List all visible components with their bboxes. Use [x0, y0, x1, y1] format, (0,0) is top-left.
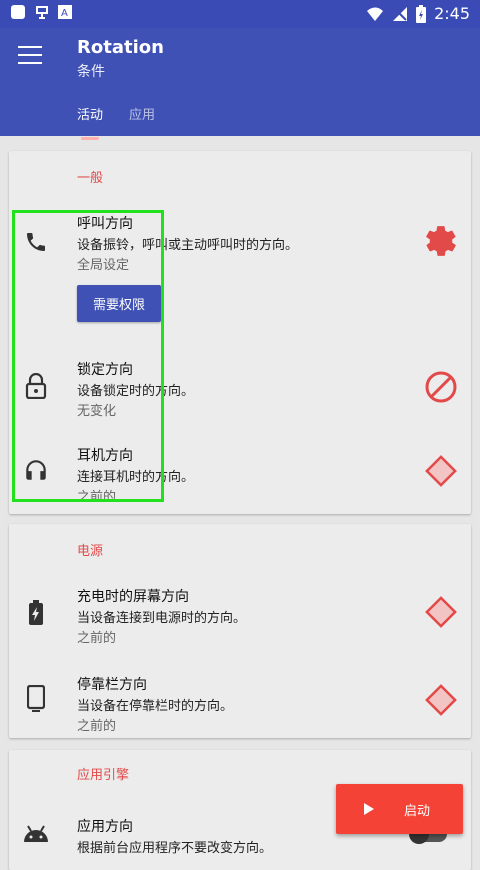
tab-apps[interactable]: 应用 — [129, 104, 155, 133]
a-icon: A — [58, 5, 72, 19]
item-title: 停靠栏方向 — [77, 677, 147, 693]
battery-charging-icon — [416, 4, 427, 23]
item-description: 当设备在停靠栏时的方向。 — [77, 699, 234, 714]
battery-charging-icon — [21, 598, 51, 628]
app-icon — [36, 6, 48, 19]
rotate-diamond-icon[interactable] — [423, 594, 459, 630]
no-sim-icon — [393, 6, 408, 21]
item-description: 根据前台应用程序不要改变方向。 — [77, 841, 273, 856]
rotate-diamond-icon[interactable] — [423, 453, 459, 489]
start-button[interactable]: 启动 — [336, 784, 463, 834]
highlight-box — [12, 210, 164, 502]
status-time: 2:45 — [434, 4, 470, 23]
app-subtitle: 条件 — [77, 64, 105, 80]
section-power: 电源 充电时的屏幕方向 当设备连接到电源时的方向。 之前的 停靠栏方向 当设备在… — [9, 524, 471, 738]
section-title: 应用引擎 — [77, 768, 130, 783]
app-bar: Rotation 条件 活动 应用 — [0, 28, 480, 140]
start-button-label: 启动 — [404, 803, 431, 819]
android-icon — [21, 818, 51, 848]
tab-activity[interactable]: 活动 — [77, 104, 103, 140]
status-bar: A 2:45 — [0, 0, 480, 28]
menu-icon[interactable] — [18, 46, 42, 64]
app-title: Rotation — [77, 37, 164, 58]
square-icon — [11, 5, 25, 19]
wifi-icon — [367, 7, 384, 21]
settings-icon[interactable] — [423, 223, 459, 259]
section-title: 电源 — [77, 544, 104, 559]
dock-icon — [21, 684, 51, 714]
rotate-diamond-icon[interactable] — [423, 682, 459, 718]
item-value: 之前的 — [77, 719, 117, 734]
item-title: 充电时的屏幕方向 — [77, 589, 189, 605]
item-description: 当设备连接到电源时的方向。 — [77, 611, 247, 626]
block-icon[interactable] — [423, 369, 459, 405]
section-title: 一般 — [77, 171, 104, 186]
play-icon — [364, 803, 374, 815]
item-title: 应用方向 — [77, 819, 133, 835]
tab-bar: 活动 应用 — [77, 104, 155, 140]
svg-text:A: A — [61, 8, 68, 19]
item-value: 之前的 — [77, 631, 117, 646]
